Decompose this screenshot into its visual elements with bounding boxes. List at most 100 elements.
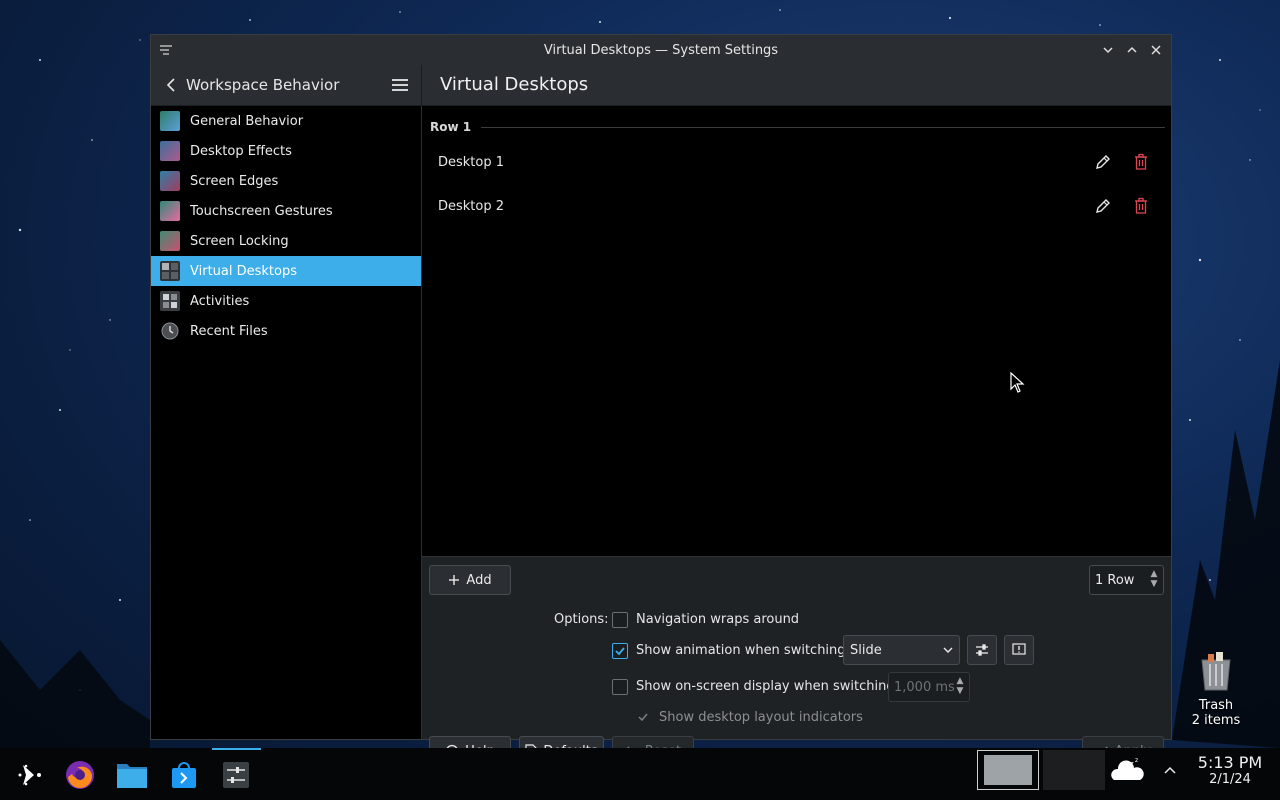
firefox-launcher[interactable]	[63, 758, 97, 792]
mouse-cursor	[1010, 372, 1025, 393]
show-animation-checkbox[interactable]	[612, 643, 628, 659]
sidebar-item-recent-files[interactable]: Recent Files	[151, 316, 421, 346]
layout-indicators-label: Show desktop layout indicators	[659, 710, 863, 725]
content-area: Row 1 Desktop 1 Desktop 2 Add 1 Row ▲ ▼ …	[422, 106, 1171, 766]
general-behavior-icon	[160, 111, 180, 131]
pager-desktop-2[interactable]	[1043, 750, 1105, 790]
virtual-desktops-icon	[160, 261, 180, 281]
page-title: Virtual Desktops	[440, 74, 589, 95]
hamburger-icon	[392, 79, 408, 91]
recent-files-icon	[160, 321, 180, 341]
desktop-name: Desktop 1	[438, 154, 505, 170]
chevron-down-icon	[1103, 47, 1113, 54]
application-launcher-button[interactable]	[13, 758, 47, 792]
pencil-icon	[1096, 199, 1110, 213]
system-tray-expand-button[interactable]	[1160, 760, 1180, 780]
list-item-desktop-1[interactable]: Desktop 1	[422, 140, 1171, 184]
maximize-button[interactable]	[1123, 40, 1141, 60]
spin-arrows-icon[interactable]: ▲ ▼	[1149, 569, 1159, 591]
chevron-left-icon	[166, 78, 175, 92]
delete-desktop-button[interactable]	[1131, 152, 1151, 172]
sidebar-item-label: Recent Files	[190, 323, 268, 339]
header-bar: Workspace Behavior Virtual Desktops	[151, 65, 1171, 106]
digital-clock[interactable]: 5:13 PM 2/1/24	[1190, 753, 1270, 788]
close-icon	[1151, 45, 1161, 55]
shopping-bag-icon	[172, 762, 196, 788]
checkmark-icon	[615, 647, 625, 656]
trash-icon	[1135, 197, 1147, 214]
window-title: Virtual Desktops — System Settings	[543, 42, 779, 58]
edit-desktop-button[interactable]	[1093, 196, 1113, 216]
sidebar: General Behavior Desktop Effects Screen …	[151, 106, 422, 739]
options-label: Options:	[554, 612, 609, 627]
edit-desktop-button[interactable]	[1093, 152, 1113, 172]
touchscreen-gestures-icon	[160, 201, 180, 221]
sidebar-item-label: Virtual Desktops	[190, 263, 297, 279]
sidebar-item-label: Screen Edges	[190, 173, 279, 189]
sliders-icon	[976, 644, 988, 656]
animation-info-button[interactable]	[1004, 635, 1034, 665]
desktop-effects-icon	[160, 141, 180, 161]
settings-icon	[223, 762, 249, 788]
minimize-button[interactable]	[1099, 40, 1117, 60]
row-label: Row 1	[430, 120, 472, 134]
pager-window-thumbnail	[984, 755, 1032, 785]
trash-label: Trash	[1198, 698, 1234, 713]
navigation-wraps-checkbox[interactable]	[612, 612, 628, 628]
clock-date: 2/1/24	[1209, 772, 1251, 787]
animation-select[interactable]: Slide	[843, 635, 960, 665]
list-item-desktop-2[interactable]: Desktop 2	[422, 184, 1171, 228]
weather-tray-button[interactable]: z z	[1108, 756, 1148, 786]
show-osd-label[interactable]: Show on-screen display when switching:	[636, 679, 899, 694]
sidebar-item-label: Desktop Effects	[190, 143, 292, 159]
sidebar-item-general-behavior[interactable]: General Behavior	[151, 106, 421, 136]
info-icon	[1012, 643, 1026, 655]
hamburger-menu-button[interactable]	[389, 75, 411, 95]
osd-duration-value: 1,000 ms	[894, 679, 955, 695]
sidebar-item-touchscreen-gestures[interactable]: Touchscreen Gestures	[151, 196, 421, 226]
sidebar-item-activities[interactable]: Activities	[151, 286, 421, 316]
sidebar-item-label: Screen Locking	[190, 233, 289, 249]
delete-desktop-button[interactable]	[1131, 196, 1151, 216]
sidebar-item-screen-edges[interactable]: Screen Edges	[151, 166, 421, 196]
clock-time: 5:13 PM	[1197, 753, 1263, 772]
window-menu-icon[interactable]	[157, 41, 175, 59]
system-settings-task[interactable]	[219, 758, 253, 792]
add-label: Add	[466, 572, 492, 588]
trash-desktop-icon[interactable]: Trash 2 items	[1186, 650, 1246, 728]
activities-icon	[160, 291, 180, 311]
breadcrumb[interactable]: Workspace Behavior	[186, 76, 339, 94]
sidebar-item-label: Touchscreen Gestures	[190, 203, 333, 219]
folder-icon	[117, 764, 147, 788]
animation-value: Slide	[850, 642, 882, 658]
pencil-icon	[1096, 155, 1110, 169]
row-header: Row 1	[430, 120, 1165, 134]
options-panel: Add 1 Row ▲ ▼ Options: Navigation wraps a…	[422, 556, 1171, 766]
back-button[interactable]	[161, 75, 181, 95]
night-cloud-icon: z z	[1111, 757, 1144, 780]
sidebar-item-desktop-effects[interactable]: Desktop Effects	[151, 136, 421, 166]
add-desktop-button[interactable]: Add	[429, 565, 511, 595]
chevron-up-icon	[1164, 766, 1176, 774]
rows-spinbox[interactable]: 1 Row ▲ ▼	[1089, 565, 1164, 595]
navigation-wraps-label[interactable]: Navigation wraps around	[636, 612, 799, 627]
system-settings-window: Virtual Desktops — System Settings Works…	[150, 34, 1172, 766]
sidebar-item-screen-locking[interactable]: Screen Locking	[151, 226, 421, 256]
trash-count: 2 items	[1191, 713, 1241, 728]
pager-desktop-1[interactable]	[977, 750, 1039, 790]
active-task-indicator	[212, 748, 261, 750]
show-animation-label[interactable]: Show animation when switching:	[636, 643, 850, 658]
header-divider	[421, 65, 422, 105]
checkmark-icon	[638, 713, 648, 722]
spin-arrows-icon: ▲ ▼	[956, 676, 964, 696]
plus-icon	[449, 575, 460, 585]
show-osd-checkbox[interactable]	[612, 679, 628, 695]
screen-locking-icon	[160, 231, 180, 251]
svg-text:z: z	[1135, 757, 1138, 764]
animation-settings-button[interactable]	[967, 635, 997, 665]
discover-launcher[interactable]	[167, 758, 201, 792]
close-button[interactable]	[1147, 40, 1165, 60]
chevron-up-icon	[1127, 46, 1137, 53]
sidebar-item-virtual-desktops[interactable]: Virtual Desktops	[151, 256, 421, 286]
file-manager-launcher[interactable]	[115, 758, 149, 792]
